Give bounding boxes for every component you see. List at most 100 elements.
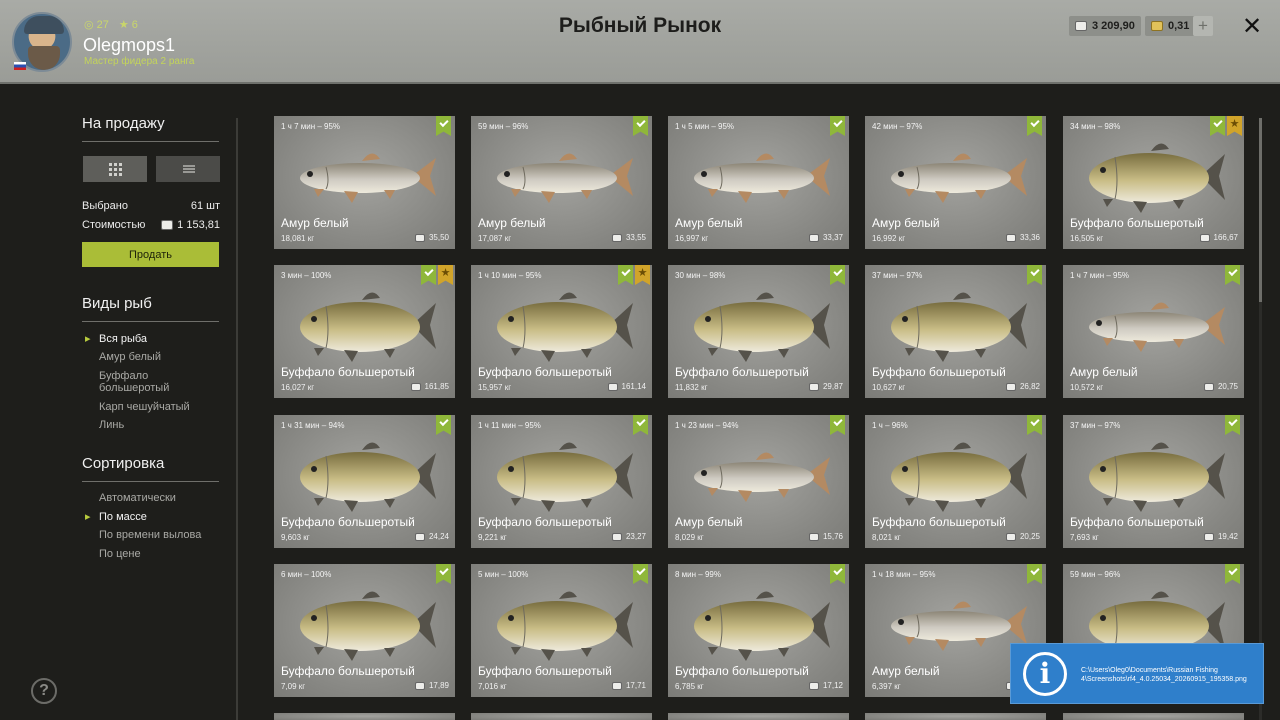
sort-by-mass[interactable]: По массе (85, 511, 147, 523)
user-stats: ◎ 27 ★ 6 (84, 18, 138, 32)
fish-card[interactable]: 1 ч 11 мин – 95% Буффало большеротый 9,2… (471, 415, 652, 548)
selected-check-icon[interactable] (1210, 116, 1225, 136)
catch-info: 59 мин – 96% (478, 122, 529, 131)
fish-card[interactable]: 1 ч 7 мин – 95% Амур белый 18,081 кг 35,… (274, 116, 455, 249)
selected-check-icon[interactable] (421, 265, 436, 285)
fish-card[interactable] (471, 713, 652, 720)
fish-price: 24,24 (414, 532, 449, 541)
scrollbar-thumb[interactable] (1259, 118, 1262, 302)
gold-value: 0,31 (1168, 20, 1190, 32)
filter-tench[interactable]: Линь (99, 419, 124, 431)
fish-weight: 6,785 кг (675, 682, 704, 691)
notification-text: C:\Users\Oleg0\Documents\Russian Fishing… (1081, 667, 1247, 683)
selected-check-icon[interactable] (830, 415, 845, 435)
fish-card[interactable]: 30 мин – 98% Буффало большеротый 11,832 … (668, 265, 849, 398)
filter-all-fish[interactable]: Вся рыба (85, 333, 147, 345)
fish-card[interactable]: 1 ч – 96% Буффало большеротый 8,021 кг 2… (865, 415, 1046, 548)
fish-price: 20,75 (1203, 382, 1238, 391)
avatar-beard (28, 46, 60, 70)
silver-coin-icon (1005, 233, 1016, 242)
price-value: 23,27 (625, 532, 646, 541)
fish-card[interactable]: 34 мин – 98% ★ Буффало большеротый 16,50… (1063, 116, 1244, 249)
fish-card[interactable]: 3 мин – 100% ★ Буффало большеротый 16,02… (274, 265, 455, 398)
sort-auto[interactable]: Автоматически (99, 492, 176, 504)
catch-info: 1 ч 7 мин – 95% (1070, 271, 1130, 280)
small-grid-view-button[interactable] (156, 156, 220, 182)
fish-card[interactable]: 37 мин – 97% Буффало большеротый 10,627 … (865, 265, 1046, 398)
selected-check-icon[interactable] (1225, 564, 1240, 584)
sidebar: На продажу Выбрано 61 шт Стоимостью 1 15… (82, 84, 222, 720)
fish-card[interactable] (865, 713, 1046, 720)
close-icon[interactable]: ✕ (1239, 12, 1265, 40)
selected-check-icon[interactable] (633, 116, 648, 136)
filter-carp[interactable]: Карп чешуйчатый (99, 401, 190, 413)
selected-check-icon[interactable] (1225, 265, 1240, 285)
fish-card[interactable] (1063, 713, 1244, 720)
fish-card[interactable]: 1 ч 5 мин – 95% Амур белый 16,997 кг 33,… (668, 116, 849, 249)
fish-card[interactable]: 8 мин – 99% Буффало большеротый 6,785 кг… (668, 564, 849, 697)
silver-coin-icon (410, 382, 421, 391)
selected-check-icon[interactable] (830, 564, 845, 584)
gold-coin-icon (1151, 21, 1163, 31)
fish-weight: 16,992 кг (872, 234, 906, 243)
fish-name: Буффало большеротый (872, 365, 1006, 379)
fish-card[interactable] (274, 713, 455, 720)
selected-check-icon[interactable] (436, 415, 451, 435)
catch-info: 3 мин – 100% (281, 271, 332, 280)
sell-button[interactable]: Продать (82, 242, 219, 267)
fish-name: Амур белый (478, 216, 546, 230)
fish-card[interactable]: 5 мин – 100% Буффало большеротый 7,016 к… (471, 564, 652, 697)
price-value: 161,14 (621, 382, 646, 391)
price-value: 19,42 (1217, 532, 1238, 541)
selected-check-icon[interactable] (1027, 116, 1042, 136)
fish-weight: 16,505 кг (1070, 234, 1104, 243)
price-value: 15,76 (822, 532, 843, 541)
add-gold-button[interactable]: + (1193, 16, 1213, 36)
silver-balance: 3 209,90 (1069, 16, 1141, 36)
selected-check-icon[interactable] (1027, 415, 1042, 435)
catch-info: 37 мин – 97% (1070, 421, 1121, 430)
catch-info: 1 ч 23 мин – 94% (675, 421, 739, 430)
selected-check-icon[interactable] (633, 564, 648, 584)
fish-card[interactable]: 42 мин – 97% Амур белый 16,992 кг 33,36 (865, 116, 1046, 249)
selected-check-icon[interactable] (436, 116, 451, 136)
fish-card[interactable]: 1 ч 23 мин – 94% Амур белый 8,029 кг 15,… (668, 415, 849, 548)
fish-card[interactable]: 1 ч 10 мин – 95% ★ Буффало большеротый 1… (471, 265, 652, 398)
fish-price: 33,55 (611, 233, 646, 242)
selected-check-icon[interactable] (618, 265, 633, 285)
catch-info: 1 ч 11 мин – 95% (478, 421, 541, 430)
fish-name: Амур белый (675, 515, 743, 529)
top-bar: ◎ 27 ★ 6 Olegmops1 Мастер фидера 2 ранга Р… (0, 0, 1280, 84)
selected-check-icon[interactable] (633, 415, 648, 435)
fish-name: Амур белый (675, 216, 743, 230)
fish-price: 161,14 (607, 382, 646, 391)
selected-check-icon[interactable] (1027, 564, 1042, 584)
selected-check-icon[interactable] (830, 116, 845, 136)
small-grid-icon (182, 165, 195, 173)
selected-check-icon[interactable] (1027, 265, 1042, 285)
grass-carp-image (300, 153, 436, 203)
bigmouth-buffalo-image (497, 591, 633, 661)
sort-by-price[interactable]: По цене (99, 548, 141, 560)
filter-amur[interactable]: Амур белый (99, 351, 161, 363)
large-grid-view-button[interactable] (83, 156, 147, 182)
fish-card[interactable]: 37 мин – 97% Буффало большеротый 7,693 к… (1063, 415, 1244, 548)
selected-check-icon[interactable] (830, 265, 845, 285)
bigmouth-buffalo-image (497, 442, 633, 512)
filter-buffalo[interactable]: Буффало большеротый (99, 370, 189, 394)
fish-card[interactable]: 6 мин – 100% Буффало большеротый 7,09 кг… (274, 564, 455, 697)
bigmouth-buffalo-image (694, 591, 830, 661)
price-value: 33,55 (625, 233, 646, 242)
sort-by-catch-time[interactable]: По времени вылова (99, 529, 201, 541)
selected-check-icon[interactable] (1225, 415, 1240, 435)
fish-name: Буффало большеротый (1070, 515, 1204, 529)
fish-card[interactable]: 1 ч 7 мин – 95% Амур белый 10,572 кг 20,… (1063, 265, 1244, 398)
help-icon[interactable]: ? (31, 678, 57, 704)
screenshot-notification[interactable]: i C:\Users\Oleg0\Documents\Russian Fishi… (1010, 643, 1264, 704)
fish-card[interactable]: 59 мин – 96% Амур белый 17,087 кг 33,55 (471, 116, 652, 249)
fish-card[interactable] (668, 713, 849, 720)
fish-card[interactable]: 1 ч 31 мин – 94% Буффало большеротый 9,6… (274, 415, 455, 548)
catch-info: 5 мин – 100% (478, 570, 529, 579)
russia-flag-icon (14, 62, 26, 70)
selected-check-icon[interactable] (436, 564, 451, 584)
